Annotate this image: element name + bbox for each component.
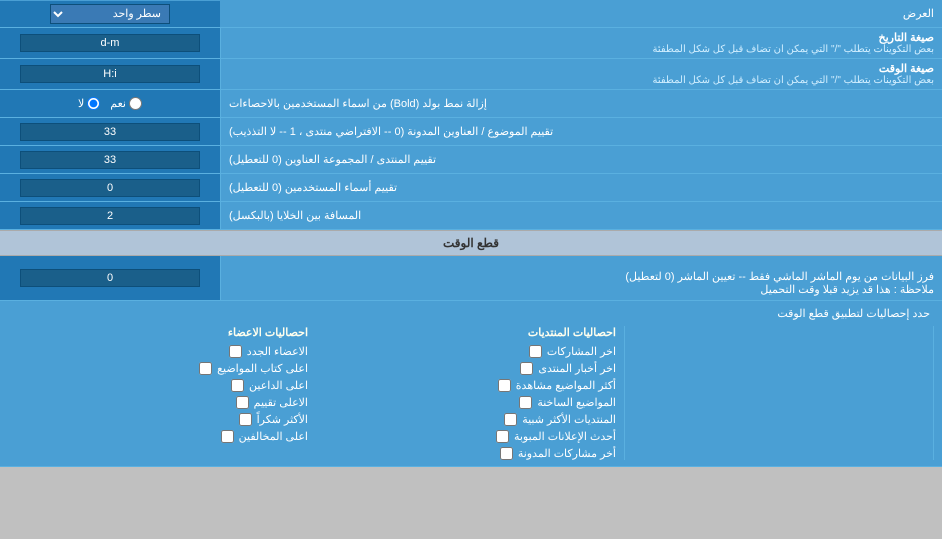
sort-forum-label: تقييم المنتدى / المجموعة العناوين (0 للت…: [220, 146, 942, 173]
sort-users-label: تقييم أسماء المستخدمين (0 للتعطيل): [220, 174, 942, 201]
time-cut-input-container: [0, 256, 220, 300]
sort-users-input[interactable]: [20, 179, 200, 197]
sort-users-input-container: [0, 174, 220, 201]
bold-remove-row: إزالة نمط بولد (Bold) من اسماء المستخدمي…: [0, 90, 942, 118]
sort-forum-row: تقييم المنتدى / المجموعة العناوين (0 للت…: [0, 146, 942, 174]
bold-yes-label[interactable]: نعم: [110, 97, 142, 110]
checkbox-recent-ads-input[interactable]: [496, 430, 509, 443]
bold-yes-radio[interactable]: [129, 97, 142, 110]
time-cut-section-header: قطع الوقت: [0, 230, 942, 256]
date-format-input-container: [0, 28, 220, 58]
checkbox-most-thanks[interactable]: الأكثر شكراً: [16, 413, 308, 426]
checkbox-col-members: احصاليات الاعضاء الاعضاء الجدد اعلى كتاب…: [8, 326, 316, 460]
checkbox-top-posters2[interactable]: اعلى الداعين: [16, 379, 308, 392]
checkbox-top-posters2-input[interactable]: [231, 379, 244, 392]
checkbox-last-forum-news[interactable]: اخر أخبار المنتدى: [324, 362, 616, 375]
top-row: العرض سطر واحدسطرينثلاثة أسطر: [0, 0, 942, 28]
checkbox-similar-forums-input[interactable]: [504, 413, 517, 426]
checkbox-last-shared[interactable]: أخر مشاركات المدونة: [324, 447, 616, 460]
checkboxes-section-label: حدد إحصاليات لتطبيق قطع الوقت: [8, 307, 934, 320]
checkboxes-grid: احصاليات المنتديات اخر المشاركات اخر أخب…: [8, 326, 934, 460]
sort-topic-row: تقييم الموضوع / العناوين المدونة (0 -- ا…: [0, 118, 942, 146]
checkbox-last-posts[interactable]: اخر المشاركات: [324, 345, 616, 358]
date-format-label: صيغة التاريخ بعض التكوينات يتطلب "/" الت…: [220, 28, 942, 58]
sort-topic-label: تقييم الموضوع / العناوين المدونة (0 -- ا…: [220, 118, 942, 145]
checkbox-last-forum-news-input[interactable]: [520, 362, 533, 375]
spacing-label: المسافة بين الخلايا (بالبكسل): [220, 202, 942, 229]
checkbox-col-participations: احصاليات المنتديات اخر المشاركات اخر أخب…: [316, 326, 625, 460]
checkbox-top-rated-input[interactable]: [236, 396, 249, 409]
time-format-input-container: [0, 59, 220, 89]
checkbox-top-posters[interactable]: اعلى كتاب المواضيع: [16, 362, 308, 375]
date-format-row: صيغة التاريخ بعض التكوينات يتطلب "/" الت…: [0, 28, 942, 59]
bold-remove-label: إزالة نمط بولد (Bold) من اسماء المستخدمي…: [220, 90, 942, 117]
checkbox-top-visitors-input[interactable]: [221, 430, 234, 443]
sort-forum-input-container: [0, 146, 220, 173]
checkbox-hot-topics[interactable]: المواضيع الساخنة: [324, 396, 616, 409]
sort-users-row: تقييم أسماء المستخدمين (0 للتعطيل): [0, 174, 942, 202]
spacing-input[interactable]: [20, 207, 200, 225]
checkbox-col-empty: [625, 326, 934, 460]
time-cut-label: فرز البيانات من يوم الماشر الماشي فقط --…: [220, 256, 942, 300]
checkbox-new-members-input[interactable]: [229, 345, 242, 358]
checkbox-top-rated[interactable]: الاعلى تقييم: [16, 396, 308, 409]
time-cut-input[interactable]: [20, 269, 200, 287]
checkbox-hot-topics-input[interactable]: [519, 396, 532, 409]
checkbox-top-visitors[interactable]: اعلى المخالفين: [16, 430, 308, 443]
checkbox-new-members[interactable]: الاعضاء الجدد: [16, 345, 308, 358]
sort-topic-input-container: [0, 118, 220, 145]
page-title-label: العرض: [220, 3, 942, 24]
checkbox-most-thanks-input[interactable]: [239, 413, 252, 426]
members-col-header: احصاليات الاعضاء: [16, 326, 308, 339]
sort-topic-input[interactable]: [20, 123, 200, 141]
checkbox-last-posts-input[interactable]: [529, 345, 542, 358]
checkbox-most-viewed-input[interactable]: [498, 379, 511, 392]
checkbox-top-posters-input[interactable]: [199, 362, 212, 375]
date-format-input[interactable]: [20, 34, 200, 52]
checkboxes-section: حدد إحصاليات لتطبيق قطع الوقت احصاليات ا…: [0, 301, 942, 467]
checkbox-last-shared-input[interactable]: [500, 447, 513, 460]
spacing-row: المسافة بين الخلايا (بالبكسل): [0, 202, 942, 230]
time-cut-row: فرز البيانات من يوم الماشر الماشي فقط --…: [0, 256, 942, 301]
dropdown-container: سطر واحدسطرينثلاثة أسطر: [0, 1, 220, 27]
spacing-input-container: [0, 202, 220, 229]
participations-col-header: احصاليات المنتديات: [324, 326, 616, 339]
main-container: العرض سطر واحدسطرينثلاثة أسطر صيغة التار…: [0, 0, 942, 467]
display-mode-dropdown[interactable]: سطر واحدسطرينثلاثة أسطر: [50, 4, 170, 24]
time-format-input[interactable]: [20, 65, 200, 83]
time-format-row: صيغة الوقت بعض التكوينات يتطلب "/" التي …: [0, 59, 942, 90]
checkbox-recent-ads[interactable]: أحدث الإعلانات المبوبة: [324, 430, 616, 443]
time-format-label: صيغة الوقت بعض التكوينات يتطلب "/" التي …: [220, 59, 942, 89]
checkbox-most-viewed[interactable]: أكثر المواضيع مشاهدة: [324, 379, 616, 392]
sort-forum-input[interactable]: [20, 151, 200, 169]
checkbox-similar-forums[interactable]: المنتديات الأكثر شبية: [324, 413, 616, 426]
bold-remove-input-container: نعم لا: [0, 90, 220, 117]
bold-no-radio[interactable]: [87, 97, 100, 110]
bold-no-label[interactable]: لا: [78, 97, 100, 110]
